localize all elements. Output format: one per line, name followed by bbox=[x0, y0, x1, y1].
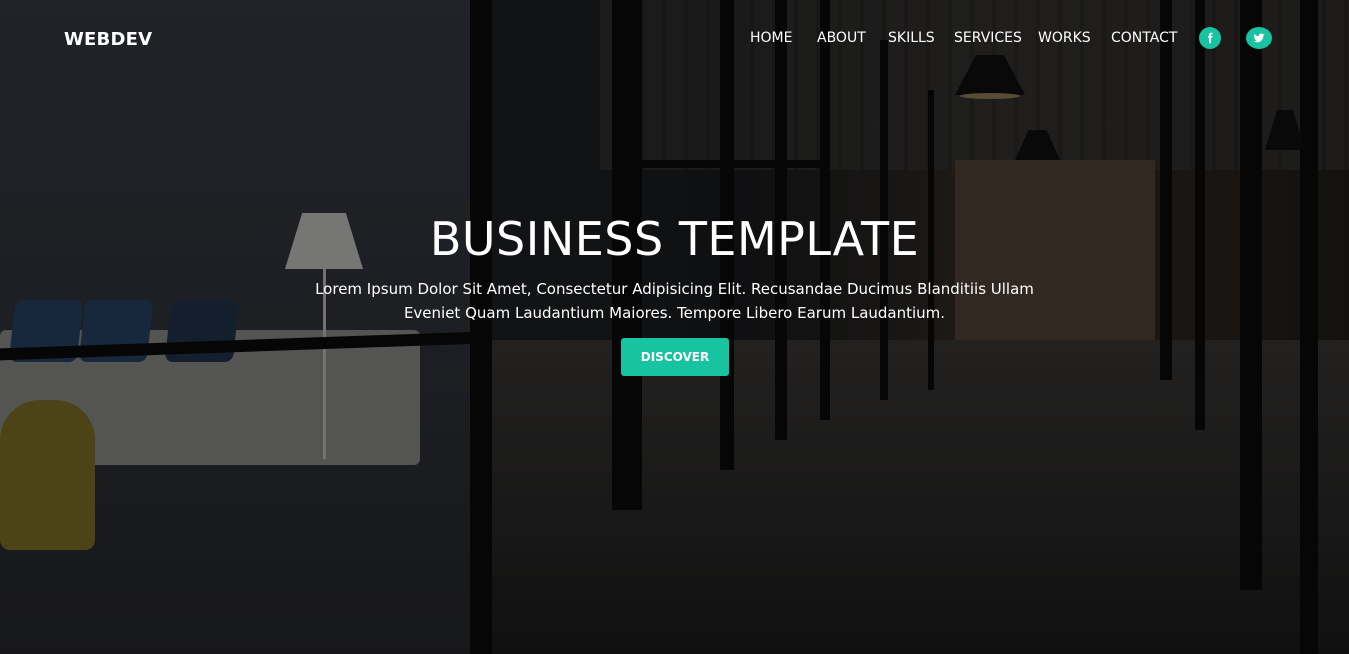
navbar: WEBDEV HOME ABOUT SKILLS SERVICES WORKS … bbox=[0, 0, 1349, 78]
facebook-glyph bbox=[1208, 32, 1213, 44]
nav-item-about[interactable]: ABOUT bbox=[817, 30, 866, 46]
nav-item-services[interactable]: SERVICES bbox=[954, 30, 1022, 46]
twitter-icon[interactable] bbox=[1246, 27, 1272, 49]
facebook-icon[interactable] bbox=[1199, 27, 1221, 49]
discover-button[interactable]: DISCOVER bbox=[621, 338, 729, 376]
hero-dark-overlay bbox=[0, 0, 1349, 654]
hero-section: WEBDEV HOME ABOUT SKILLS SERVICES WORKS … bbox=[0, 0, 1349, 654]
nav-item-contact[interactable]: CONTACT bbox=[1111, 30, 1177, 46]
twitter-glyph bbox=[1253, 33, 1265, 43]
brand-logo[interactable]: WEBDEV bbox=[64, 29, 152, 50]
hero-title: BUSINESS TEMPLATE bbox=[429, 212, 920, 266]
nav-item-home[interactable]: HOME bbox=[750, 30, 792, 46]
nav-item-works[interactable]: WORKS bbox=[1038, 30, 1091, 46]
nav-item-skills[interactable]: SKILLS bbox=[888, 30, 935, 46]
hero-description: Lorem Ipsum Dolor Sit Amet, Consectetur … bbox=[315, 280, 1034, 322]
